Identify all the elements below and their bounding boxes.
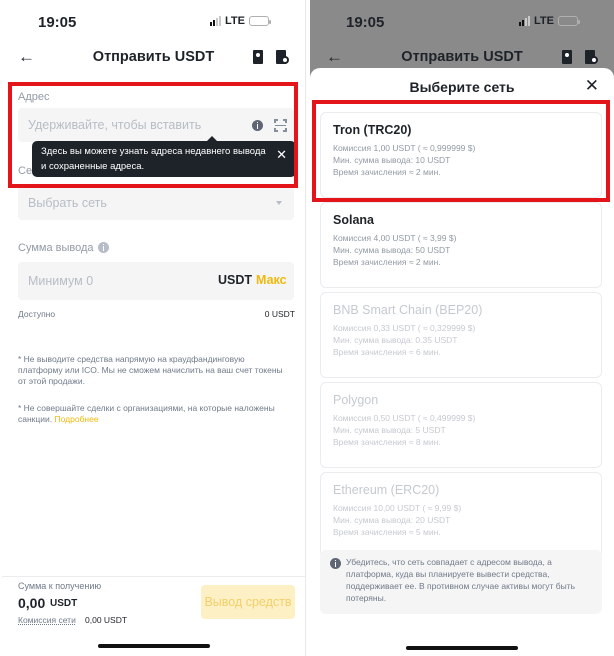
receive-amount: 0,00 <box>18 595 46 611</box>
network-placeholder: Выбрать сеть <box>28 196 107 210</box>
network-name: Solana <box>333 213 374 227</box>
amount-info-icon[interactable] <box>98 242 109 253</box>
status-bar: 19:05 LTE <box>310 0 614 40</box>
history-icon[interactable] <box>584 49 598 65</box>
network-type: LTE <box>225 15 245 27</box>
tooltip-close-icon[interactable]: ✕ <box>276 147 287 162</box>
withdraw-footer: Сумма к получению 0,00 USDT Комиссия сет… <box>2 576 305 656</box>
amount-currency: USDT <box>218 273 253 287</box>
close-icon[interactable]: ✕ <box>585 76 599 96</box>
withdraw-button[interactable]: Вывод средств <box>201 585 295 619</box>
history-icon[interactable] <box>275 49 289 65</box>
network-min-withdrawal: Мин. сумма вывода: 5 USDT <box>333 425 446 435</box>
network-min-withdrawal: Мин. сумма вывода: 10 USDT <box>333 155 451 165</box>
max-button[interactable]: Макс <box>256 273 287 287</box>
network-arrival-time: Время зачисления ≈ 8 мин. <box>333 437 441 447</box>
status-bar: 19:05 LTE <box>2 0 305 40</box>
network-fee: Комиссия 1,00 USDT ( ≈ 0,999999 $) <box>333 143 476 153</box>
learn-more-link[interactable]: Подробнее <box>55 414 99 424</box>
status-time: 19:05 <box>346 14 385 31</box>
network-select[interactable]: Выбрать сеть <box>18 186 294 220</box>
network-min-withdrawal: Мин. сумма вывода: 0.35 USDT <box>333 335 458 345</box>
home-indicator <box>406 646 518 650</box>
home-indicator <box>97 644 210 648</box>
warning-crowdfunding: * Не выводите средства напрямую на крауд… <box>18 354 283 386</box>
available-value: 0 USDT <box>264 309 295 319</box>
signal-icon <box>519 16 531 26</box>
network-name: Ethereum (ERC20) <box>333 483 440 497</box>
status-time: 19:05 <box>38 14 77 31</box>
network-arrival-time: Время зачисления ≈ 6 мин. <box>333 347 441 357</box>
network-fee-value: 0,00 USDT <box>85 615 128 625</box>
nav-bar: ← Отправить USDT <box>2 42 305 74</box>
network-fee: Комиссия 0,33 USDT ( ≈ 0,329999 $) <box>333 323 476 333</box>
network-option-solana[interactable]: Solana Комиссия 4,00 USDT ( ≈ 3,99 $) Ми… <box>320 202 602 288</box>
receive-currency: USDT <box>50 598 78 609</box>
receive-label: Сумма к получению <box>18 581 102 591</box>
network-arrival-time: Время зачисления ≈ 2 мин. <box>333 167 441 177</box>
address-input[interactable]: Удерживайте, чтобы вставить <box>18 108 294 142</box>
warning-sanctions: * Не совершайте сделки с организациями, … <box>18 403 288 425</box>
network-option-tron[interactable]: Tron (TRC20) Комиссия 1,00 USDT ( ≈ 0,99… <box>320 112 602 198</box>
tooltip-text: Здесь вы можете узнать адреса недавнего … <box>41 146 266 172</box>
address-placeholder: Удерживайте, чтобы вставить <box>28 118 202 132</box>
network-min-withdrawal: Мин. сумма вывода: 50 USDT <box>333 245 451 255</box>
scan-qr-icon[interactable] <box>274 119 287 132</box>
amount-input[interactable]: Минимум 0 USDT Макс <box>18 262 294 300</box>
chevron-down-icon <box>276 201 282 205</box>
network-fee: Комиссия 4,00 USDT ( ≈ 3,99 $) <box>333 233 457 243</box>
battery-icon <box>249 16 271 26</box>
network-name: Polygon <box>333 393 379 407</box>
signal-icon <box>210 16 222 26</box>
amount-label: Сумма вывода <box>18 242 94 254</box>
available-label: Доступно <box>18 309 56 319</box>
address-book-icon[interactable] <box>560 49 574 65</box>
notice-text: Убедитесь, что сеть совпадает с адресом … <box>346 557 576 603</box>
network-fee: Комиссия 10,00 USDT ( ≈ 9,99 $) <box>333 503 462 513</box>
address-tooltip: Здесь вы можете узнать адреса недавнего … <box>32 136 296 177</box>
network-warning-notice: Убедитесь, что сеть совпадает с адресом … <box>320 550 602 614</box>
network-fee-label[interactable]: Комиссия сети <box>18 615 76 626</box>
network-type: LTE <box>534 15 554 27</box>
amount-placeholder: Минимум 0 <box>28 274 94 288</box>
sheet-title: Выберите сеть <box>409 79 515 95</box>
withdraw-screen: 19:05 LTE ← Отправить USDT Адрес Удержив… <box>2 0 306 656</box>
network-fee: Комиссия 0,50 USDT ( ≈ 0,499999 $) <box>333 413 476 423</box>
network-arrival-time: Время зачисления ≈ 2 мин. <box>333 257 441 267</box>
network-name: Tron (TRC20) <box>333 123 412 137</box>
network-option-ethereum: Ethereum (ERC20) Комиссия 10,00 USDT ( ≈… <box>320 472 602 558</box>
battery-icon <box>558 16 580 26</box>
network-bottom-sheet: Выберите сеть ✕ Tron (TRC20) Комиссия 1,… <box>310 68 614 656</box>
network-name: BNB Smart Chain (BEP20) <box>333 303 483 317</box>
network-arrival-time: Время зачисления ≈ 5 мин. <box>333 527 441 537</box>
status-indicators: LTE <box>210 15 271 27</box>
network-min-withdrawal: Мин. сумма вывода: 20 USDT <box>333 515 451 525</box>
address-book-shortcut-icon[interactable] <box>252 120 263 131</box>
network-label-partial: Се <box>18 165 33 177</box>
address-label: Адрес <box>18 91 50 103</box>
network-option-bnb: BNB Smart Chain (BEP20) Комиссия 0,33 US… <box>320 292 602 378</box>
address-book-icon[interactable] <box>251 49 265 65</box>
network-option-polygon: Polygon Комиссия 0,50 USDT ( ≈ 0,499999 … <box>320 382 602 468</box>
network-select-screen: 19:05 LTE ← Отправить USDT Выберите сеть… <box>310 0 614 656</box>
status-indicators: LTE <box>519 15 580 27</box>
info-icon <box>330 558 341 569</box>
